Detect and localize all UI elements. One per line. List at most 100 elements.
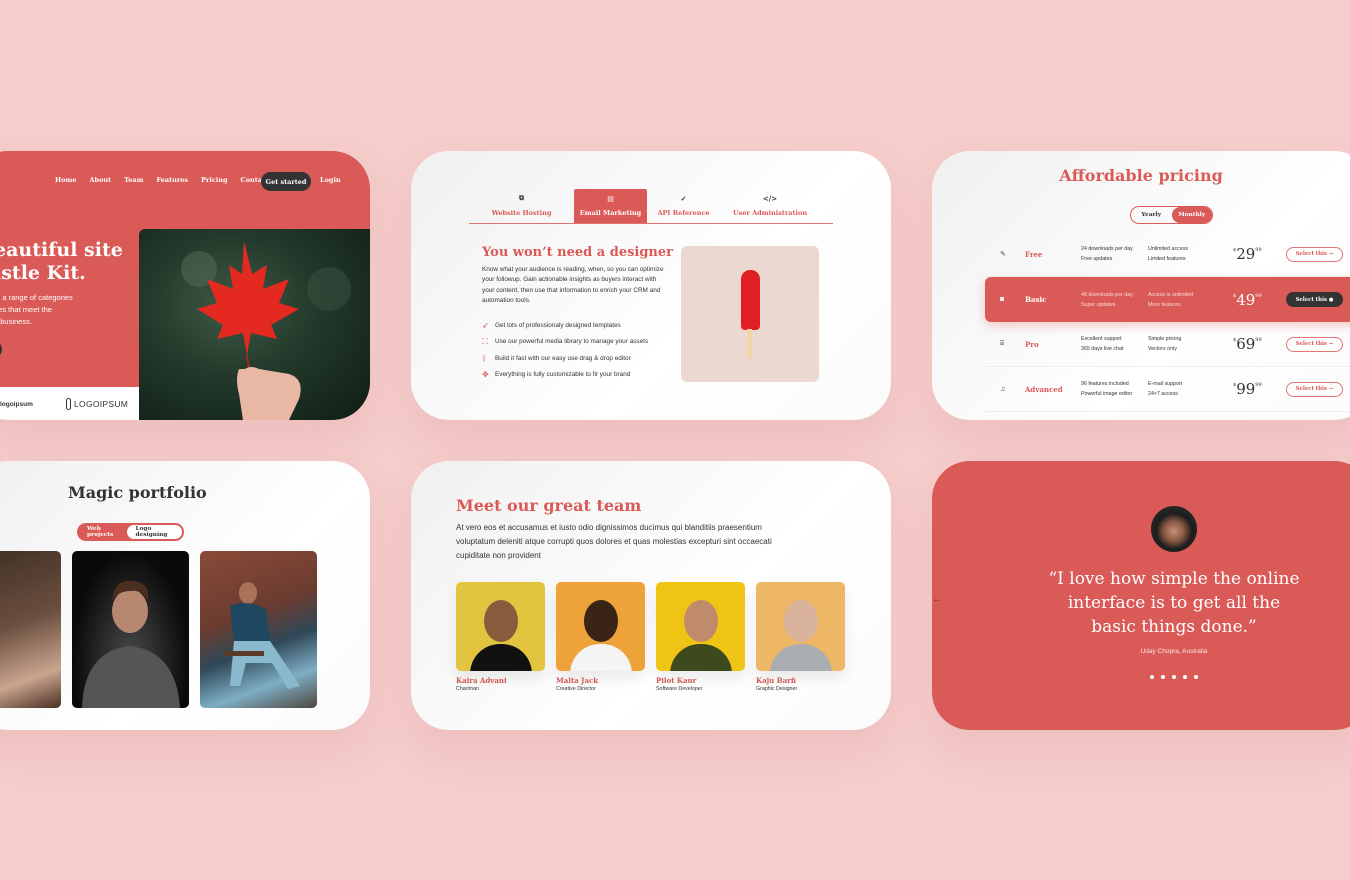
- feature-line: 365 days live chat: [1081, 346, 1124, 352]
- plan-row-advanced: ♫ Advanced 96 features included Powerful …: [985, 367, 1350, 412]
- code-icon: </>: [762, 194, 778, 203]
- member-face: [484, 600, 518, 642]
- portfolio-photo-man-chair[interactable]: [200, 551, 317, 708]
- music-icon: ♫: [1000, 385, 1006, 393]
- team-member[interactable]: Kaju Barfi Graphic Designer: [756, 582, 845, 692]
- get-started-button[interactable]: Get started: [261, 172, 311, 191]
- popsicle-stick: [747, 329, 752, 359]
- edit-icon: ✎: [1000, 251, 1006, 258]
- select-plan-button[interactable]: Select this ●: [1286, 292, 1343, 307]
- nav-team[interactable]: Team: [124, 176, 143, 184]
- plan-price: $9999: [1233, 380, 1286, 398]
- feature-line: Free updates: [1081, 256, 1113, 262]
- quote-line: basic things done.”: [1091, 617, 1257, 637]
- member-shirt: [770, 644, 832, 671]
- logo-text: LOGOIPSUM: [74, 399, 129, 409]
- man-sitting: [224, 582, 300, 689]
- filter-web-projects[interactable]: Web projects: [79, 526, 127, 538]
- carousel-dot[interactable]: [1149, 675, 1154, 679]
- carousel-dot[interactable]: [1194, 675, 1199, 679]
- hero-description: m a range of categories ges that meet th…: [0, 292, 73, 328]
- feature-line: Vectors only: [1148, 346, 1177, 352]
- tab-label: User Administration: [732, 209, 808, 217]
- billing-toggle: Yearly Monthly: [1130, 206, 1213, 224]
- maple-leaf-image: [139, 229, 370, 420]
- toggle-yearly[interactable]: Yearly: [1131, 207, 1172, 223]
- bluetooth-icon: ᛒ: [482, 353, 487, 363]
- nav-features[interactable]: Features: [156, 176, 188, 184]
- member-photo: [656, 582, 745, 671]
- tab-api-reference[interactable]: ✓ API Reference: [647, 189, 720, 223]
- login-link[interactable]: Login: [320, 176, 341, 184]
- tab-email-marketing[interactable]: ▤ Email Marketing: [574, 189, 647, 223]
- plan-features: Access is unlimited More features: [1148, 290, 1233, 310]
- portfolio-photo-man-sweater[interactable]: [72, 551, 189, 708]
- member-name: Pilot Kaur: [656, 676, 697, 685]
- price-value: 69: [1236, 335, 1256, 353]
- feature-item: ⛶ Use our powerful media library to mana…: [482, 334, 648, 351]
- portfolio-photo-woman[interactable]: [0, 551, 61, 708]
- check-icon: ✓: [680, 194, 687, 203]
- price-value: 29: [1236, 245, 1256, 263]
- feature-text: Build it fast with our easy use drag & d…: [495, 354, 631, 362]
- select-plan-button[interactable]: Select this →: [1286, 246, 1343, 262]
- hero-title-line: istle Kit.: [0, 262, 86, 284]
- toggle-monthly[interactable]: Monthly: [1171, 207, 1212, 223]
- feature-item: ➶ Get lots of professionaly designed tem…: [482, 317, 648, 334]
- hero-title-line: eautiful site: [0, 239, 123, 261]
- team-member[interactable]: Pilot Kaur Software Developer: [656, 582, 745, 692]
- tab-website-hosting[interactable]: ⧉ Website Hosting: [469, 189, 574, 223]
- currency: $: [1233, 247, 1237, 253]
- hero-cta-button[interactable]: [0, 341, 2, 358]
- carousel-dot[interactable]: [1183, 675, 1188, 679]
- portfolio-card: Magic portfolio Web projects Logo design…: [0, 461, 370, 730]
- features-tabs-card: ⧉ Website Hosting ▤ Email Marketing ✓ AP…: [411, 151, 891, 420]
- feature-line: 24×7 access: [1148, 391, 1178, 397]
- feature-line: Unlimited access: [1148, 246, 1189, 252]
- plan-price: $6999: [1233, 335, 1286, 353]
- nav-pricing[interactable]: Pricing: [201, 176, 227, 184]
- team-member[interactable]: Malta Jack Creative Director: [556, 582, 645, 692]
- feature-item: ᛒ Build it fast with our easy use drag &…: [482, 350, 648, 367]
- feature-line: Powerful image editor: [1081, 391, 1133, 397]
- tab-label: API Reference: [657, 209, 710, 217]
- logo-logoipsum: logoipsum: [0, 401, 33, 408]
- member-shirt: [470, 644, 532, 671]
- team-member[interactable]: Kaira Advani Chariman: [456, 582, 545, 692]
- select-plan-button[interactable]: Select this →: [1286, 381, 1343, 397]
- nav-home[interactable]: Home: [55, 176, 77, 184]
- plan-features: 48 downloads per day Super updates: [1081, 290, 1148, 310]
- plan-features: Simple pricing Vectors only: [1148, 334, 1233, 354]
- member-name: Malta Jack: [556, 676, 599, 685]
- quote-line: interface is to get all the: [1067, 593, 1281, 613]
- member-role: Chariman: [456, 686, 479, 692]
- popsicle-image: [681, 246, 819, 382]
- move-icon: ✥: [482, 370, 489, 380]
- plan-features: Excellent support 365 days live chat: [1081, 334, 1148, 354]
- filter-logo-designing[interactable]: Logo designing: [127, 525, 182, 539]
- plan-row-free: ✎ Free 24 downloads per day Free updates …: [985, 232, 1350, 277]
- expand-icon: ⛶: [482, 336, 488, 346]
- tab-label: Email Marketing: [579, 209, 642, 217]
- disc-icon: ◙: [1000, 296, 1005, 303]
- feature-text: Get lots of professionaly designed templ…: [495, 321, 621, 329]
- section-description: Know what your audience is reading, when…: [482, 266, 664, 304]
- pricing-card: Affordable pricing Yearly Monthly ✎ Free…: [932, 151, 1350, 420]
- tab-user-administration[interactable]: </> User Administration: [720, 189, 820, 223]
- feature-line: 96 features included: [1081, 381, 1129, 387]
- plan-row-basic: ◙ Basic 48 downloads per day Super update…: [985, 277, 1350, 322]
- testimonial-card: ← “I love how simple the online interfac…: [932, 461, 1350, 730]
- currency: $: [1233, 382, 1237, 388]
- quote-line: “I love how simple the online: [1048, 569, 1300, 589]
- currency: $: [1233, 337, 1237, 343]
- member-role: Software Developer: [656, 686, 703, 692]
- select-plan-button[interactable]: Select this →: [1286, 336, 1343, 352]
- member-face: [684, 600, 718, 642]
- feature-text: Everything is fully customizable to fir …: [495, 371, 631, 379]
- feature-item: ✥ Everything is fully customizable to fi…: [482, 367, 648, 384]
- carousel-dot[interactable]: [1160, 675, 1165, 679]
- microphone-icon: [66, 398, 71, 410]
- carousel-dot[interactable]: [1172, 675, 1176, 679]
- nav-about[interactable]: About: [90, 176, 112, 184]
- price-cents: 99: [1255, 292, 1262, 299]
